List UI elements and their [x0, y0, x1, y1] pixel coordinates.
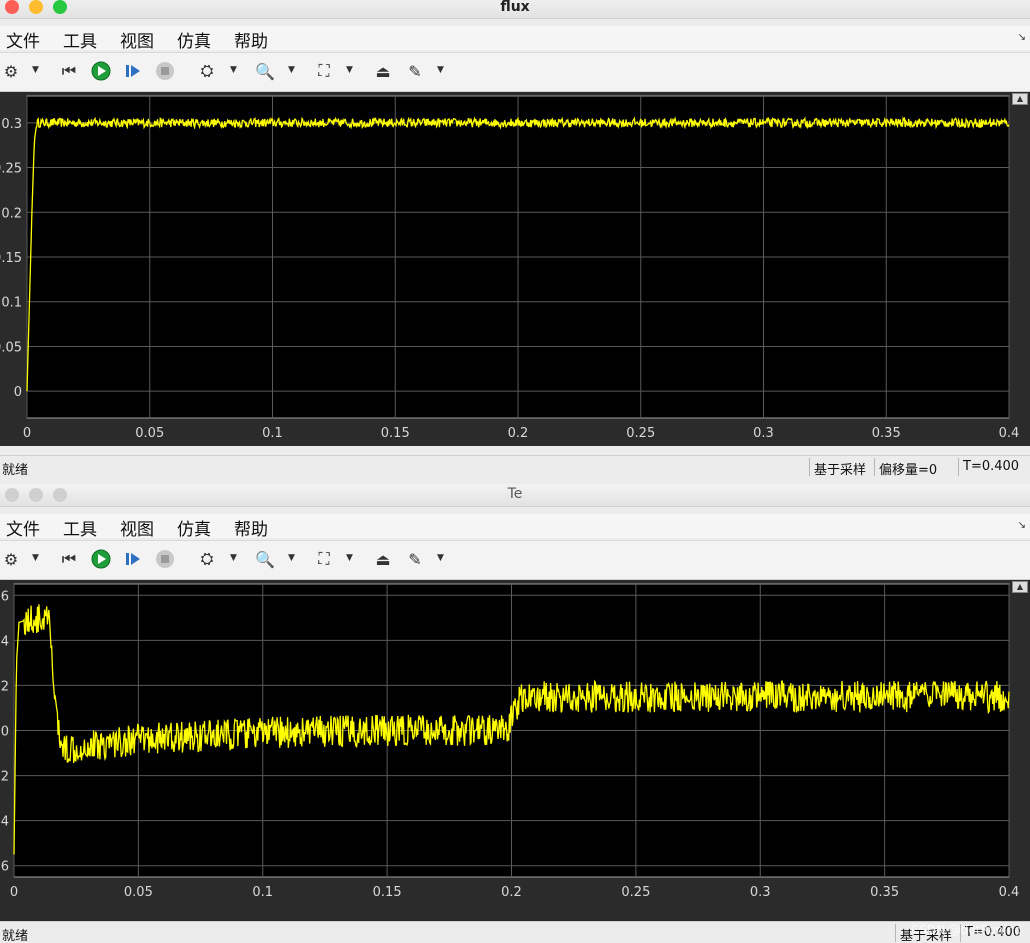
x-tick-label: 0.2 — [501, 885, 522, 900]
x-tick-label: 0 — [10, 885, 18, 900]
run-icon[interactable] — [90, 548, 112, 570]
stop-icon[interactable] — [154, 548, 176, 570]
fit-dropdown-icon[interactable]: ▼ — [346, 553, 353, 563]
menu-file[interactable]: 文件 — [6, 515, 40, 540]
status-ready: 就绪 — [2, 463, 29, 478]
y-tick-label: 0.05 — [0, 340, 22, 355]
y-tick-label: 0.15 — [0, 251, 22, 266]
menu-help[interactable]: 帮助 — [234, 27, 268, 52]
title-bar[interactable]: Te — [0, 484, 1030, 507]
highlight-dropdown-icon[interactable]: ▼ — [230, 553, 237, 563]
toolbar: ⚙ ▼ ⏮ ⛭ ▼ 🔍 ▼ ⛶ ▼ ⏏ ✎ ▼ — [0, 540, 1030, 580]
zoom-dropdown-icon[interactable]: ▼ — [288, 65, 295, 75]
menu-view[interactable]: 视图 — [120, 515, 154, 540]
x-tick-label: 0.3 — [750, 885, 771, 900]
menu-file[interactable]: 文件 — [6, 27, 40, 52]
zoom-in-icon[interactable]: 🔍 — [254, 548, 276, 570]
y-tick-label: 0 — [14, 385, 22, 400]
x-tick-label: 0.35 — [870, 885, 899, 900]
x-tick-label: 0.4 — [999, 426, 1020, 441]
x-tick-label: 0.05 — [135, 426, 164, 441]
y-tick-label: 4 — [1, 634, 9, 649]
zoom-dropdown-icon[interactable]: ▼ — [288, 553, 295, 563]
y-tick-label: 4 — [1, 815, 9, 830]
y-tick-label: 6 — [1, 860, 9, 875]
status-bar: 就绪 基于采样 T=0.400 — [0, 921, 1030, 943]
x-tick-label: 0.2 — [508, 426, 529, 441]
watermark: CSDN @dotRuning — [910, 923, 1022, 937]
y-tick-label: 0 — [1, 725, 9, 740]
highlight-icon[interactable]: ⛭ — [196, 548, 218, 570]
x-tick-label: 0.05 — [124, 885, 153, 900]
x-tick-label: 0.4 — [999, 885, 1020, 900]
te-chart: 0 0.05 0.1 0.15 0.2 0.25 0.3 0.35 0.4 6 4 2 0 2 4 6 — [1, 583, 1020, 900]
x-tick-label: 0.3 — [753, 426, 774, 441]
menu-bar: 文件 工具 视图 仿真 帮助 ↘ — [0, 514, 1030, 540]
step-back-icon[interactable]: ⏮ — [58, 60, 80, 82]
trigger-icon[interactable]: ⏏ — [372, 548, 394, 570]
y-tick-label: 0.1 — [1, 296, 22, 311]
step-forward-icon[interactable] — [122, 548, 144, 570]
menu-simulation[interactable]: 仿真 — [177, 27, 211, 52]
step-forward-icon[interactable] — [122, 60, 144, 82]
status-bar: 就绪 基于采样 偏移量=0 T=0.400 — [0, 455, 1030, 478]
status-offset: 偏移量=0 — [874, 458, 941, 478]
style-icon[interactable]: ✎ — [404, 60, 426, 82]
settings-icon[interactable]: ⚙ — [0, 548, 22, 570]
expand-icon[interactable]: ▲ — [1012, 93, 1028, 105]
highlight-dropdown-icon[interactable]: ▼ — [230, 65, 237, 75]
y-tick-label: 0.25 — [0, 162, 22, 177]
fit-view-icon[interactable]: ⛶ — [313, 548, 335, 570]
y-tick-label: 2 — [1, 679, 9, 694]
menu-simulation[interactable]: 仿真 — [177, 515, 211, 540]
status-ready: 就绪 — [2, 929, 29, 943]
style-icon[interactable]: ✎ — [404, 548, 426, 570]
menu-help[interactable]: 帮助 — [234, 515, 268, 540]
window-title: Te — [507, 486, 523, 502]
x-tick-label: 0.25 — [621, 885, 650, 900]
menu-view[interactable]: 视图 — [120, 27, 154, 52]
status-sample-mode: 基于采样 — [809, 458, 870, 478]
x-tick-label: 0.15 — [373, 885, 402, 900]
highlight-icon[interactable]: ⛭ — [196, 60, 218, 82]
stop-icon[interactable] — [154, 60, 176, 82]
settings-dropdown-icon[interactable]: ▼ — [32, 65, 39, 75]
style-dropdown-icon[interactable]: ▼ — [437, 65, 444, 75]
dock-icon[interactable]: ↘ — [1018, 32, 1026, 43]
trigger-icon[interactable]: ⏏ — [372, 60, 394, 82]
settings-dropdown-icon[interactable]: ▼ — [32, 553, 39, 563]
y-tick-label: 0.3 — [1, 117, 22, 132]
x-tick-label: 0.1 — [262, 426, 283, 441]
run-icon[interactable] — [90, 60, 112, 82]
menu-tools[interactable]: 工具 — [63, 27, 97, 52]
zoom-in-icon[interactable]: 🔍 — [254, 60, 276, 82]
title-bar[interactable]: flux — [0, 0, 1030, 19]
status-time: T=0.400 — [958, 458, 1023, 476]
scope-window-te: Te 文件 工具 视图 仿真 帮助 ↘ ⚙ ▼ ⏮ ⛭ ▼ 🔍 ▼ ⛶ ▼ ⏏ … — [0, 484, 1030, 943]
y-tick-label: 6 — [1, 589, 9, 604]
plot-area: 0 0.05 0.1 0.15 0.2 0.25 0.3 0.35 0.4 6 4 2 0 2 4 6 ▲ — [0, 580, 1030, 921]
menu-bar: 文件 工具 视图 仿真 帮助 ↘ — [0, 26, 1030, 52]
dock-icon[interactable]: ↘ — [1018, 520, 1026, 531]
y-tick-label: 2 — [1, 770, 9, 785]
plot-area: 0 0.05 0.1 0.15 0.2 0.25 0.3 0.35 0.4 0 0.05 0.1 0.1… — [0, 92, 1030, 446]
y-tick-label: 0.2 — [1, 206, 22, 221]
scope-window-flux: flux 文件 工具 视图 仿真 帮助 ↘ ⚙ ▼ ⏮ ⛭ ▼ 🔍 ▼ ⛶ ▼ … — [0, 0, 1030, 478]
flux-chart: 0 0.05 0.1 0.15 0.2 0.25 0.3 0.35 0.4 0 0.05 0.1 0.1… — [0, 95, 1020, 441]
x-tick-label: 0.15 — [381, 426, 410, 441]
step-back-icon[interactable]: ⏮ — [58, 548, 80, 570]
menu-tools[interactable]: 工具 — [63, 515, 97, 540]
x-tick-label: 0.1 — [252, 885, 273, 900]
x-tick-label: 0 — [23, 426, 31, 441]
style-dropdown-icon[interactable]: ▼ — [437, 553, 444, 563]
window-title: flux — [500, 0, 530, 15]
expand-icon[interactable]: ▲ — [1012, 581, 1028, 593]
x-tick-label: 0.25 — [626, 426, 655, 441]
settings-icon[interactable]: ⚙ — [0, 60, 22, 82]
toolbar: ⚙ ▼ ⏮ ⛭ ▼ 🔍 ▼ ⛶ ▼ ⏏ ✎ ▼ — [0, 52, 1030, 92]
x-tick-label: 0.35 — [872, 426, 901, 441]
fit-view-icon[interactable]: ⛶ — [313, 60, 335, 82]
fit-dropdown-icon[interactable]: ▼ — [346, 65, 353, 75]
